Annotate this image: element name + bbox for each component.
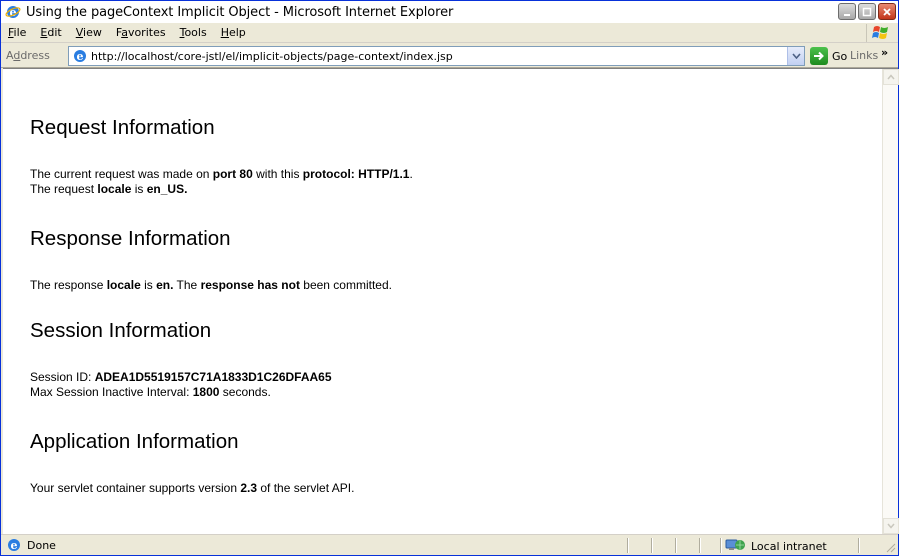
- menu-favorites[interactable]: Favorites: [109, 24, 173, 42]
- zone-label: Local intranet: [751, 540, 827, 553]
- status-bar: e Done Local intranet: [1, 534, 898, 555]
- resize-grip-icon[interactable]: [884, 541, 896, 553]
- response-line-1: The response locale is en. The response …: [30, 278, 392, 292]
- go-label: Go: [832, 49, 848, 63]
- session-heading: Session Information: [30, 319, 212, 342]
- page-viewport: Request Information The current request …: [3, 68, 899, 535]
- go-arrow-icon: [810, 47, 828, 65]
- links-label[interactable]: Links: [850, 49, 878, 62]
- windows-logo-icon: [866, 24, 894, 42]
- application-heading: Application Information: [30, 430, 239, 453]
- minimize-button[interactable]: [838, 3, 856, 20]
- status-text: Done: [27, 538, 56, 552]
- request-line-2: The request locale is en_US.: [30, 182, 188, 196]
- status-divider: [699, 538, 701, 553]
- menu-view[interactable]: View: [69, 24, 109, 42]
- request-line-1: The current request was made on port 80 …: [30, 167, 413, 181]
- scroll-up-button[interactable]: [883, 69, 899, 85]
- page-done-icon: e: [6, 537, 22, 553]
- links-chevron-icon[interactable]: »: [881, 46, 888, 59]
- status-divider: [627, 538, 629, 553]
- security-zone[interactable]: Local intranet: [725, 537, 827, 556]
- menu-edit[interactable]: Edit: [33, 24, 68, 42]
- status-divider: [651, 538, 653, 553]
- status-divider: [675, 538, 677, 553]
- go-button[interactable]: Go: [810, 47, 847, 65]
- address-label: Address: [6, 49, 50, 62]
- title-bar[interactable]: e Using the pageContext Implicit Object …: [1, 1, 898, 23]
- menu-bar: File Edit View Favorites Tools Help: [1, 23, 898, 43]
- request-heading: Request Information: [30, 116, 215, 139]
- local-intranet-icon: [725, 537, 747, 556]
- menu-file[interactable]: File: [1, 24, 33, 42]
- menu-tools[interactable]: Tools: [173, 24, 214, 42]
- svg-text:e: e: [11, 539, 18, 552]
- vertical-scrollbar[interactable]: [882, 69, 899, 534]
- chevron-down-icon[interactable]: [787, 47, 804, 65]
- address-input[interactable]: e http://localhost/core-jstl/el/implicit…: [68, 46, 805, 66]
- session-line-1: Session ID: ADEA1D5519157C71A1833D1C26DF…: [30, 370, 332, 384]
- session-line-2: Max Session Inactive Interval: 1800 seco…: [30, 385, 271, 399]
- application-line-1: Your servlet container supports version …: [30, 481, 355, 495]
- browser-window: e Using the pageContext Implicit Object …: [0, 0, 899, 556]
- status-divider: [720, 538, 722, 553]
- scroll-down-button[interactable]: [883, 518, 899, 534]
- page-icon: e: [72, 48, 88, 64]
- address-bar: Address e http://localhost/core-jstl/el/…: [1, 44, 898, 68]
- response-heading: Response Information: [30, 227, 231, 250]
- address-url: http://localhost/core-jstl/el/implicit-o…: [91, 49, 453, 63]
- ie-icon: e: [5, 4, 21, 20]
- menu-help[interactable]: Help: [214, 24, 253, 42]
- window-title: Using the pageContext Implicit Object - …: [26, 4, 454, 20]
- svg-text:e: e: [77, 50, 84, 63]
- close-button[interactable]: [878, 3, 896, 20]
- page-content: Request Information The current request …: [3, 69, 882, 535]
- maximize-button[interactable]: [858, 3, 876, 20]
- status-divider: [858, 538, 860, 553]
